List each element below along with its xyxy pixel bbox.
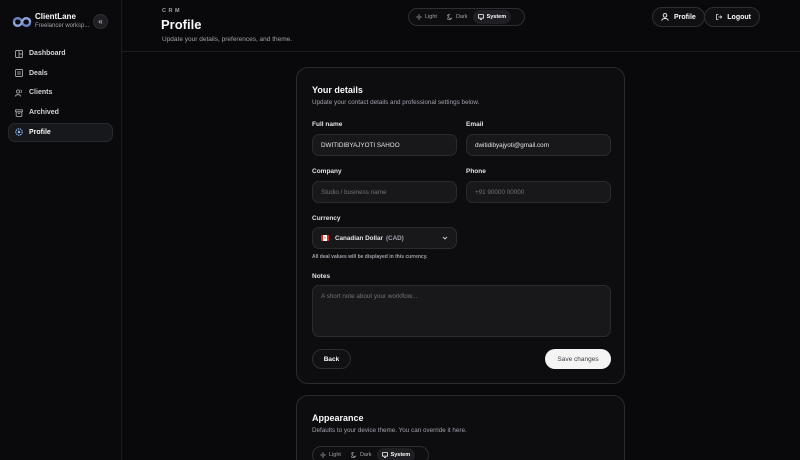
moon-icon	[350, 452, 357, 458]
details-description: Update your contact details and professi…	[312, 99, 480, 106]
dashboard-icon	[15, 49, 23, 58]
user-icon	[661, 13, 669, 21]
brand-tagline: Freelancer worksp...	[35, 23, 90, 29]
sidebar-item-deals[interactable]: Deals	[8, 64, 113, 83]
brand-name: ClientLane	[35, 12, 76, 21]
deals-icon	[15, 69, 23, 78]
sidebar-item-profile[interactable]: Profile	[8, 122, 113, 142]
page-title: Profile	[161, 17, 202, 32]
theme-system-button[interactable]: System	[472, 10, 512, 24]
sidebar-item-archived[interactable]: Archived	[8, 103, 113, 122]
save-changes-button[interactable]: Save changes	[545, 349, 611, 369]
appearance-theme-switch: Light Dark System	[312, 446, 429, 460]
sidebar-item-label: Dashboard	[29, 50, 66, 57]
logo-icon	[12, 16, 32, 27]
full-name-field[interactable]: DWITIDIBYAJYOTI SAHOO	[312, 134, 457, 156]
archive-icon	[15, 108, 23, 117]
appearance-title: Appearance	[312, 413, 364, 423]
phone-label: Phone	[466, 168, 486, 175]
sun-icon	[320, 452, 326, 458]
notes-textarea[interactable]: A short note about your workflow...	[312, 285, 611, 337]
sidebar-item-dashboard[interactable]: Dashboard	[8, 44, 113, 63]
header-theme-switch: Light Dark System	[408, 8, 525, 26]
currency-select[interactable]: Canadian Dollar (CAD)	[312, 227, 457, 249]
sidebar-item-label: Deals	[29, 69, 48, 77]
currency-value: Canadian Dollar	[335, 234, 383, 242]
profile-button[interactable]: Profile	[652, 7, 705, 27]
monitor-icon	[477, 14, 484, 20]
sidebar-item-label: Profile	[29, 128, 51, 136]
currency-code: (CAD)	[385, 234, 404, 242]
settings-icon	[15, 128, 23, 137]
phone-field[interactable]: +91 90000 00000	[466, 181, 611, 203]
currency-label: Currency	[312, 215, 341, 222]
appearance-dark-button[interactable]: Dark	[346, 448, 377, 460]
appearance-card: Appearance Defaults to your device theme…	[296, 395, 625, 460]
currency-hint: All deal values will be displayed in thi…	[312, 254, 428, 260]
appearance-light-button[interactable]: Light	[315, 448, 346, 460]
chevron-down-icon	[442, 236, 448, 240]
page-kicker: CRM	[162, 8, 183, 14]
notes-label: Notes	[312, 273, 331, 280]
monitor-icon	[381, 452, 388, 458]
theme-light-button[interactable]: Light	[411, 10, 442, 24]
appearance-system-button[interactable]: System	[376, 448, 416, 460]
details-title: Your details	[312, 85, 363, 95]
email-label: Email	[466, 121, 484, 128]
chevrons-left-icon: «	[98, 17, 103, 26]
sidebar-item-label: Archived	[29, 109, 59, 117]
moon-icon	[446, 14, 453, 20]
sidebar-item-label: Clients	[29, 89, 53, 97]
users-icon	[15, 89, 23, 97]
theme-dark-button[interactable]: Dark	[442, 10, 473, 24]
logout-button[interactable]: Logout	[704, 7, 760, 27]
page-subtitle: Update your details, preferences, and th…	[162, 36, 293, 43]
full-name-label: Full name	[312, 121, 343, 128]
company-label: Company	[312, 168, 342, 175]
sidebar-item-clients[interactable]: Clients	[8, 83, 113, 102]
appearance-description: Defaults to your device theme. You can o…	[312, 427, 467, 434]
email-field[interactable]: dwitidibyajyoti@gmail.com	[466, 134, 611, 156]
sun-icon	[416, 14, 422, 20]
sidebar: ClientLane Freelancer worksp... « Dashbo…	[0, 0, 122, 460]
collapse-sidebar-button[interactable]: «	[93, 14, 108, 29]
brand[interactable]: ClientLane Freelancer worksp...	[12, 12, 89, 31]
back-button[interactable]: Back	[312, 349, 351, 369]
canada-flag-icon	[321, 235, 329, 241]
company-field[interactable]: Studio / business name	[312, 181, 457, 203]
logout-icon	[716, 13, 723, 21]
details-card: Your details Update your contact details…	[296, 67, 625, 384]
sidebar-nav: Dashboard Deals Clients Archived Profile	[8, 44, 113, 142]
